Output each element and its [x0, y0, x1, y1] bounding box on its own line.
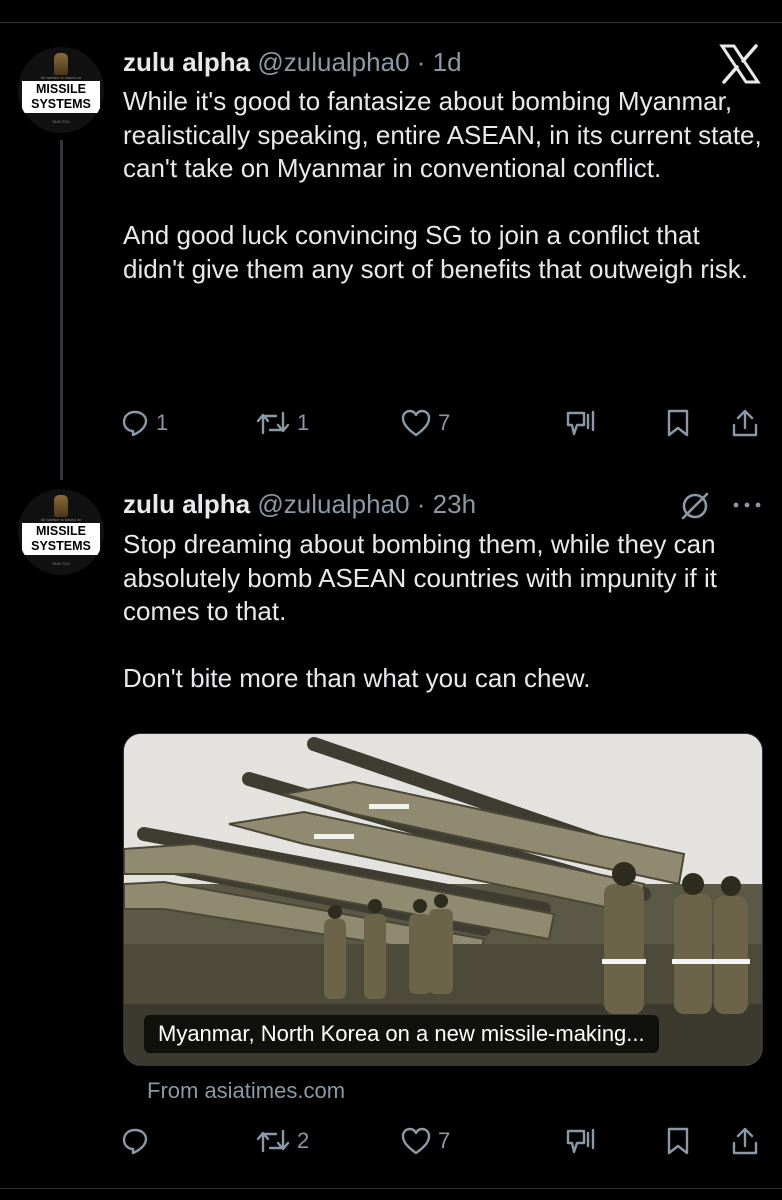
reply-icon [122, 1128, 148, 1155]
bookmark-button[interactable] [665, 1124, 691, 1158]
repost-button[interactable]: 2 [255, 1124, 309, 1158]
grok-button[interactable] [563, 406, 597, 440]
repost-icon [256, 411, 290, 435]
avatar-quote: All warfare is based on [40, 75, 82, 80]
thread-connector-line [60, 140, 63, 480]
tweet-text: While it's good to fantasize about bombi… [123, 86, 762, 284]
avatar[interactable]: All warfare is based on MISSILE SYSTEMS … [18, 47, 104, 133]
heart-icon [401, 1127, 431, 1155]
heart-icon [401, 409, 431, 437]
avatar-quote: All warfare is based on [40, 517, 82, 522]
grok-slash-icon[interactable] [678, 489, 712, 523]
tweet-text: Stop dreaming about bombing them, while … [123, 529, 717, 693]
card-caption: Myanmar, North Korea on a new missile-ma… [144, 1015, 659, 1053]
like-button[interactable]: 7 [400, 1124, 450, 1158]
logo-line-2: SYSTEMS [31, 539, 91, 553]
logo-line-1: MISSILE [35, 82, 86, 96]
display-name[interactable]: zulu alpha [123, 489, 250, 519]
reply-button[interactable]: 1 [120, 406, 168, 440]
repost-count: 2 [297, 1128, 310, 1153]
display-name[interactable]: zulu alpha [123, 47, 250, 77]
repost-count: 1 [297, 410, 310, 435]
grok-icon [566, 410, 595, 436]
logo-line-1: MISSILE [35, 524, 86, 538]
top-divider [0, 22, 782, 23]
bottom-divider [0, 1188, 782, 1189]
share-icon [732, 409, 758, 437]
grok-icon [566, 1128, 595, 1154]
card-source[interactable]: From asiatimes.com [147, 1078, 345, 1104]
avatar-logo: MISSILE SYSTEMS [22, 523, 100, 555]
bookmark-icon [667, 1127, 689, 1155]
like-button[interactable]: 7 [400, 406, 450, 440]
tweet-actions: 1 1 7 [120, 406, 765, 440]
logo-line-2: SYSTEMS [31, 97, 91, 111]
timestamp[interactable]: · 23h [417, 489, 476, 519]
tweet-actions: 2 7 [120, 1124, 765, 1158]
more-options-icon[interactable] [730, 492, 764, 518]
avatar[interactable]: All warfare is based on MISSILE SYSTEMS … [18, 489, 104, 575]
grok-button[interactable] [563, 1124, 597, 1158]
repost-icon [256, 1129, 290, 1153]
like-count: 7 [438, 410, 451, 435]
reply-button[interactable] [120, 1124, 156, 1158]
bookmark-button[interactable] [665, 406, 691, 440]
warrior-figure-icon [54, 495, 68, 517]
handle[interactable]: @zulualpha0 [257, 47, 409, 77]
link-card[interactable]: Myanmar, North Korea on a new missile-ma… [123, 733, 763, 1066]
like-count: 7 [438, 1128, 451, 1153]
avatar-author: SUN TZU [52, 119, 70, 124]
share-icon [732, 1127, 758, 1155]
handle[interactable]: @zulualpha0 [257, 489, 409, 519]
tweet-header: zulu alpha @zulualpha0 · 1d [123, 47, 462, 77]
share-button[interactable] [730, 1124, 760, 1158]
x-logo-icon[interactable] [718, 42, 762, 86]
reply-icon [122, 410, 148, 437]
avatar-logo: MISSILE SYSTEMS [22, 81, 100, 113]
bookmark-icon [667, 409, 689, 437]
timestamp[interactable]: · 1d [417, 47, 462, 77]
avatar-author: SUN TZU [52, 561, 70, 566]
share-button[interactable] [730, 406, 760, 440]
tweet-header: zulu alpha @zulualpha0 · 23h [123, 489, 476, 519]
warrior-figure-icon [54, 53, 68, 75]
reply-count: 1 [156, 410, 169, 435]
repost-button[interactable]: 1 [255, 406, 309, 440]
